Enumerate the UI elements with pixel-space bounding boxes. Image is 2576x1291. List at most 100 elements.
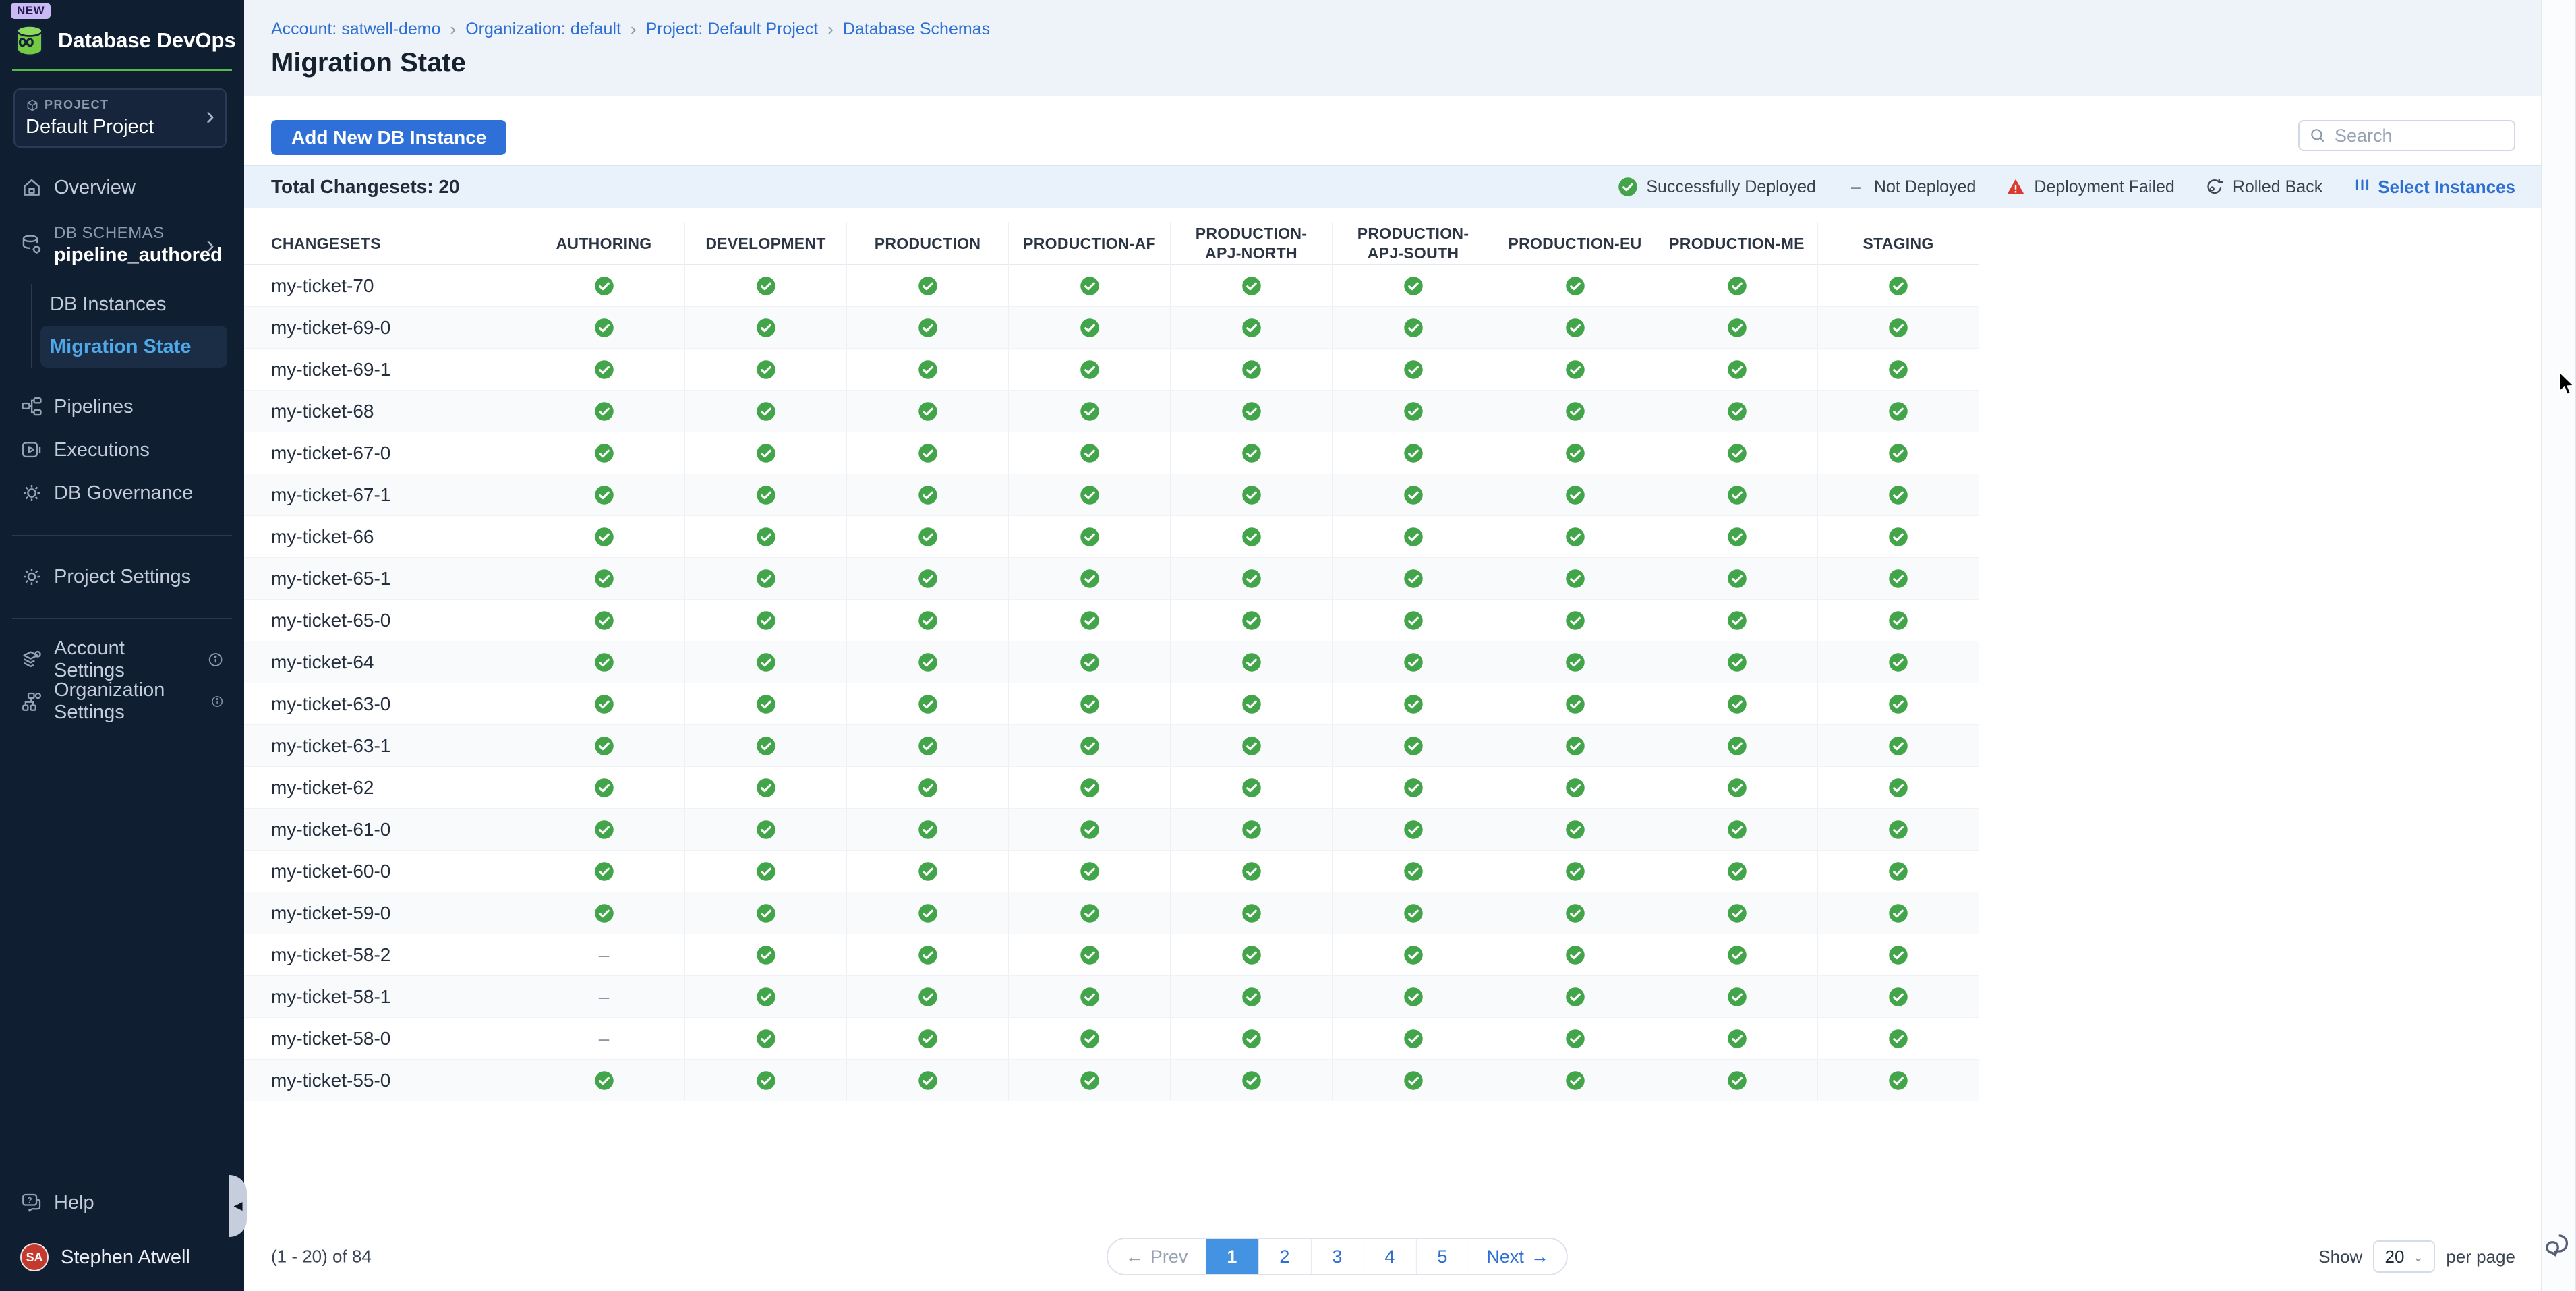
status-deployed-icon bbox=[1817, 600, 1979, 641]
chevron-down-icon: ⌄ bbox=[2412, 1249, 2424, 1265]
status-deployed-icon bbox=[1170, 307, 1332, 348]
status-deployed-icon bbox=[1170, 474, 1332, 515]
breadcrumb-link[interactable]: Project: Default Project bbox=[646, 20, 819, 39]
status-deployed-icon bbox=[684, 474, 846, 515]
avatar: SA bbox=[20, 1243, 49, 1271]
status-deployed-icon bbox=[1494, 391, 1656, 432]
sidebar-item-overview[interactable]: Overview bbox=[0, 167, 244, 208]
status-deployed-icon bbox=[523, 558, 684, 599]
sidebar-item-pipelines[interactable]: Pipelines bbox=[0, 385, 244, 428]
sidebar-item-db-schemas[interactable]: DB SCHEMAS pipeline_authored › bbox=[0, 214, 244, 276]
search-input[interactable] bbox=[2335, 125, 2505, 146]
table-row: my-ticket-67-1 bbox=[244, 474, 1979, 516]
add-db-instance-button[interactable]: Add New DB Instance bbox=[271, 120, 506, 155]
sidebar-item-label: Pipelines bbox=[54, 396, 134, 418]
breadcrumb-link[interactable]: Organization: default bbox=[465, 20, 621, 39]
sidebar-item-db-instances[interactable]: DB Instances bbox=[32, 284, 244, 324]
status-deployed-icon bbox=[846, 307, 1008, 348]
page-button-3[interactable]: 3 bbox=[1311, 1239, 1364, 1274]
show-label: Show bbox=[2318, 1246, 2362, 1267]
breadcrumb-link[interactable]: Database Schemas bbox=[843, 20, 990, 39]
select-instances-link[interactable]: Select Instances bbox=[2353, 176, 2515, 198]
status-deployed-icon bbox=[1170, 809, 1332, 850]
sidebar-item-account-settings[interactable]: Account Settings bbox=[0, 639, 244, 681]
sidebar-item-organization-settings[interactable]: Organization Settings bbox=[0, 681, 244, 722]
page-button-4[interactable]: 4 bbox=[1364, 1239, 1416, 1274]
status-deployed-icon bbox=[684, 683, 846, 724]
sidebar-item-executions[interactable]: Executions bbox=[0, 428, 244, 471]
sidebar-collapse-handle[interactable]: ◀ bbox=[229, 1175, 247, 1237]
status-deployed-icon bbox=[846, 600, 1008, 641]
status-deployed-icon bbox=[684, 516, 846, 557]
status-deployed-icon bbox=[1170, 1018, 1332, 1059]
legend-label: Rolled Back bbox=[2233, 177, 2322, 197]
page-size-select[interactable]: 20 ⌄ bbox=[2373, 1240, 2435, 1273]
status-not-deployed: – bbox=[523, 976, 684, 1017]
sidebar-item-label: Migration State bbox=[50, 336, 191, 358]
project-selector[interactable]: PROJECT Default Project › bbox=[13, 88, 227, 148]
status-deployed-icon bbox=[523, 516, 684, 557]
status-deployed-icon bbox=[684, 851, 846, 892]
page-button-2[interactable]: 2 bbox=[1258, 1239, 1311, 1274]
status-deployed-icon bbox=[1008, 934, 1170, 975]
prev-page-button[interactable]: ←Prev bbox=[1108, 1239, 1206, 1274]
database-schema-icon bbox=[20, 233, 43, 256]
status-deployed-icon bbox=[1332, 432, 1494, 474]
warning-icon bbox=[2006, 177, 2026, 197]
status-deployed-icon bbox=[1817, 1018, 1979, 1059]
table-row: my-ticket-58-0– bbox=[244, 1018, 1979, 1060]
status-deployed-icon bbox=[1008, 683, 1170, 724]
status-deployed-icon bbox=[1494, 683, 1656, 724]
breadcrumb-link[interactable]: Account: satwell-demo bbox=[271, 20, 441, 39]
next-page-button[interactable]: Next→ bbox=[1469, 1239, 1567, 1274]
app-root: NEW Database DevOps PROJECT Default Pro bbox=[0, 0, 2576, 1291]
status-deployed-icon bbox=[1656, 809, 1817, 850]
status-deployed-icon bbox=[684, 600, 846, 641]
status-deployed-icon bbox=[1817, 558, 1979, 599]
status-deployed-icon bbox=[1008, 851, 1170, 892]
sidebar-item-help[interactable]: ? Help bbox=[0, 1182, 244, 1224]
status-deployed-icon bbox=[1656, 349, 1817, 390]
status-deployed-icon bbox=[1656, 391, 1817, 432]
user-menu[interactable]: SA Stephen Atwell bbox=[0, 1241, 244, 1273]
sidebar-item-project-settings[interactable]: Project Settings bbox=[0, 556, 244, 598]
table-row: my-ticket-63-0 bbox=[244, 683, 1979, 725]
status-deployed-icon bbox=[1008, 349, 1170, 390]
home-icon bbox=[20, 176, 43, 199]
table-row: my-ticket-65-1 bbox=[244, 558, 1979, 600]
status-deployed-icon bbox=[1817, 474, 1979, 515]
page-button-5[interactable]: 5 bbox=[1416, 1239, 1469, 1274]
status-deployed-icon bbox=[1656, 307, 1817, 348]
status-deployed-icon bbox=[523, 851, 684, 892]
sidebar-item-label: DB Instances bbox=[50, 293, 166, 316]
search-box[interactable] bbox=[2298, 120, 2515, 151]
info-icon[interactable] bbox=[207, 651, 224, 668]
page-button-1[interactable]: 1 bbox=[1206, 1239, 1258, 1274]
changeset-name: my-ticket-58-1 bbox=[244, 986, 523, 1008]
status-deployed-icon bbox=[1817, 683, 1979, 724]
column-header: AUTHORING bbox=[523, 222, 684, 265]
legend-item: Successfully Deployed bbox=[1618, 177, 1816, 197]
status-deployed-icon bbox=[1817, 1060, 1979, 1101]
status-deployed-icon bbox=[1656, 516, 1817, 557]
status-deployed-icon bbox=[1008, 265, 1170, 306]
status-deployed-icon bbox=[523, 809, 684, 850]
info-icon[interactable] bbox=[210, 693, 224, 710]
status-deployed-icon bbox=[1494, 432, 1656, 474]
status-deployed-icon bbox=[846, 851, 1008, 892]
column-header: PRODUCTION-AF bbox=[1008, 222, 1170, 265]
status-deployed-icon bbox=[684, 391, 846, 432]
table-row: my-ticket-70 bbox=[244, 265, 1979, 307]
app-title: Database DevOps bbox=[58, 28, 236, 53]
table-row: my-ticket-69-0 bbox=[244, 307, 1979, 349]
status-deployed-icon bbox=[1817, 432, 1979, 474]
sidebar-item-migration-state[interactable]: Migration State bbox=[40, 326, 227, 368]
sidebar-item-db-governance[interactable]: DB Governance bbox=[0, 471, 244, 515]
sidebar: NEW Database DevOps PROJECT Default Pro bbox=[0, 0, 244, 1291]
support-chat-icon[interactable] bbox=[2542, 1232, 2572, 1261]
legend-band: Total Changesets: 20 Successfully Deploy… bbox=[244, 165, 2541, 208]
legend-item: Deployment Failed bbox=[2006, 177, 2174, 197]
status-deployed-icon bbox=[1817, 349, 1979, 390]
table-row: my-ticket-59-0 bbox=[244, 892, 1979, 934]
status-deployed-icon bbox=[684, 976, 846, 1017]
